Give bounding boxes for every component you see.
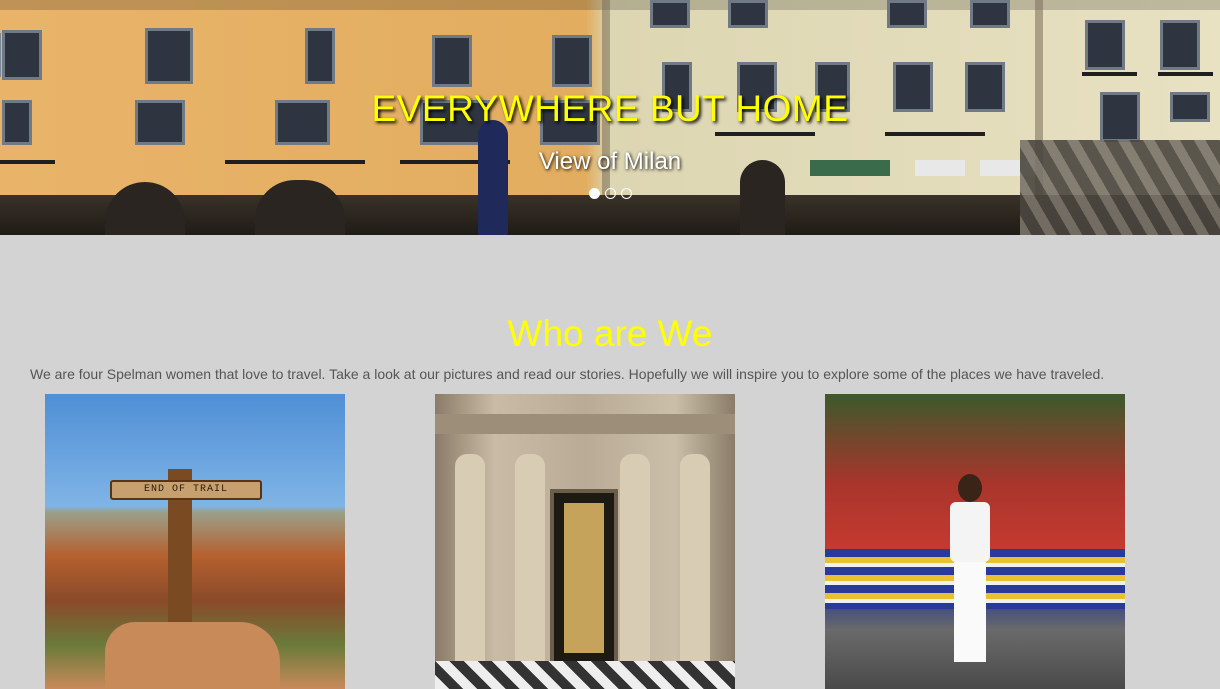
carousel-dot-1[interactable] — [588, 188, 600, 199]
carousel-indicators — [0, 188, 1220, 199]
carousel-dot-3[interactable] — [620, 188, 632, 199]
hero-title: EVERYWHERE BUT HOME — [371, 88, 849, 129]
hero-carousel[interactable]: EVERYWHERE BUT HOME View of Milan — [0, 0, 1220, 235]
section-description: We are four Spelman women that love to t… — [30, 366, 1105, 382]
carousel-dot-2[interactable] — [604, 188, 616, 199]
sign-text: END OF TRAIL — [143, 484, 228, 495]
slide-caption: View of Milan — [538, 148, 682, 175]
photo-caryatid-doorway[interactable] — [435, 394, 735, 689]
photo-selaron-steps[interactable] — [825, 394, 1125, 689]
photo-end-of-trail[interactable]: END OF TRAIL — [45, 394, 345, 689]
section-title: Who are We — [507, 313, 713, 354]
